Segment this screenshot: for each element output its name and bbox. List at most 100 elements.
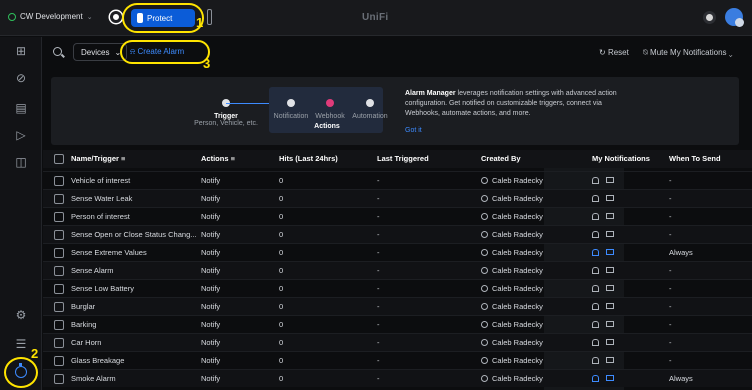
alarm-name[interactable]: Sense Extreme Values — [71, 244, 201, 262]
bell-icon[interactable] — [592, 321, 599, 328]
row-checkbox[interactable] — [54, 212, 64, 222]
table-row[interactable]: Sense Open or Close Status Chang... Notif… — [43, 225, 752, 243]
alarm-name[interactable]: Sense Open or Close Status Chang... — [71, 226, 201, 244]
table-row[interactable]: Sense Extreme Values Notify 0 - Caleb Radeck… — [43, 243, 752, 261]
alarm-name[interactable]: Glass Breakage — [71, 352, 201, 370]
header-actions[interactable]: Actions ≡ — [201, 150, 277, 168]
alarm-name[interactable]: Vehicle of interest — [71, 172, 201, 190]
mail-icon[interactable] — [606, 339, 614, 345]
gear-icon[interactable]: ⚙ — [14, 308, 28, 322]
table-row[interactable]: Barking Notify 0 - Caleb Radecky - — [43, 315, 752, 333]
row-checkbox[interactable] — [54, 176, 64, 186]
webhook-node: Webhook — [312, 99, 348, 120]
reset-button[interactable]: ↻ Reset — [599, 48, 629, 57]
row-checkbox[interactable] — [54, 356, 64, 366]
settings-gear-icon[interactable] — [110, 11, 122, 23]
mail-icon[interactable] — [606, 249, 614, 255]
table-row[interactable]: Burglar Notify 0 - Caleb Radecky - — [43, 297, 752, 315]
site-name: CW Development — [20, 12, 83, 21]
alarm-when-to-send: Always — [669, 248, 693, 257]
header-my-notifications: My Notifications — [592, 154, 650, 163]
devices-dropdown[interactable]: Devices ⌄ — [73, 43, 127, 61]
alarm-last-triggered: - — [377, 338, 380, 347]
alarm-name[interactable]: Person of interest — [71, 208, 201, 226]
row-checkbox[interactable] — [54, 194, 64, 204]
alarm-notifications — [592, 172, 666, 190]
mail-icon[interactable] — [606, 195, 614, 201]
mail-icon[interactable] — [606, 267, 614, 273]
alarm-name[interactable]: Car Horn — [71, 334, 201, 352]
mail-icon[interactable] — [606, 213, 614, 219]
bell-icon[interactable] — [592, 285, 599, 292]
alarm-name[interactable]: Barking — [71, 316, 201, 334]
row-checkbox[interactable] — [54, 230, 64, 240]
alarm-action: Notify — [201, 302, 221, 311]
bell-icon[interactable] — [592, 195, 599, 202]
table-row[interactable]: Vehicle of interest Notify 0 - Caleb Radecky… — [43, 171, 752, 189]
alarm-when-to-send: - — [669, 284, 672, 293]
mail-icon[interactable] — [606, 375, 614, 381]
table-row[interactable]: Glass Breakage Notify 0 - Caleb Radecky - — [43, 351, 752, 369]
table-row[interactable]: Sense Low Battery Notify 0 - Caleb Radecky - — [43, 279, 752, 297]
table-row[interactable]: Sense Water Leak Notify 0 - Caleb Radecky - — [43, 189, 752, 207]
bell-icon[interactable] — [592, 249, 599, 256]
alarm-name[interactable]: Sense Alarm — [71, 262, 201, 280]
table-row[interactable]: Car Horn Notify 0 - Caleb Radecky - — [43, 333, 752, 351]
mute-notifications-button[interactable]: ⍉ Mute My Notifications ⌄ — [643, 48, 733, 58]
header-name[interactable]: Name/Trigger ≡ — [71, 150, 201, 168]
table-row[interactable]: Person of interest Notify 0 - Caleb Radecky - — [43, 207, 752, 225]
bell-icon[interactable] — [592, 339, 599, 346]
mail-icon[interactable] — [606, 357, 614, 363]
alarm-name[interactable]: Sense Water Leak — [71, 190, 201, 208]
annotation-number-3: 3 — [203, 56, 211, 71]
alarm-manager-icon[interactable]: ◫ — [14, 155, 28, 169]
table-row[interactable]: Sense Alarm Notify 0 - Caleb Radecky - — [43, 261, 752, 279]
row-checkbox[interactable] — [54, 266, 64, 276]
mail-icon[interactable] — [606, 321, 614, 327]
bell-icon[interactable] — [592, 213, 599, 220]
bell-icon[interactable] — [592, 375, 599, 382]
map-icon[interactable]: ⊘ — [14, 71, 28, 85]
alarm-created-by: Caleb Radecky — [481, 226, 591, 244]
got-it-link[interactable]: Got it — [405, 127, 422, 134]
annotation-ring-protect — [122, 3, 204, 33]
bell-icon[interactable] — [592, 303, 599, 310]
alarm-action: Notify — [201, 374, 221, 383]
row-checkbox[interactable] — [54, 338, 64, 348]
bell-icon — [287, 99, 295, 107]
row-checkbox[interactable] — [54, 248, 64, 258]
play-icon[interactable]: ▷ — [14, 128, 28, 142]
user-icon — [481, 303, 488, 310]
bug-icon[interactable] — [15, 363, 27, 378]
avatar[interactable] — [725, 8, 744, 27]
row-checkbox[interactable] — [54, 302, 64, 312]
row-checkbox[interactable] — [54, 320, 64, 330]
table-row[interactable]: Smoke Alarm Notify 0 - Caleb Radecky Always — [43, 369, 752, 387]
dashboard-icon[interactable]: ⊞ — [14, 44, 28, 58]
status-icon[interactable] — [703, 11, 716, 24]
alarm-when-to-send: Always — [669, 374, 693, 383]
row-checkbox[interactable] — [54, 374, 64, 384]
bell-icon[interactable] — [592, 357, 599, 364]
user-icon — [481, 231, 488, 238]
bell-icon[interactable] — [592, 267, 599, 274]
list-icon[interactable]: ☰ — [14, 337, 28, 351]
search-icon[interactable] — [53, 47, 62, 56]
device-icon[interactable] — [207, 9, 212, 25]
mail-icon[interactable] — [606, 303, 614, 309]
devices-icon[interactable]: ▤ — [14, 101, 28, 115]
select-all-checkbox[interactable] — [54, 154, 64, 164]
alarm-name[interactable]: Sense Low Battery — [71, 280, 201, 298]
mail-icon[interactable] — [606, 231, 614, 237]
alarm-name[interactable]: Burglar — [71, 298, 201, 316]
bell-icon[interactable] — [592, 231, 599, 238]
alarm-notifications — [592, 226, 666, 244]
mail-icon[interactable] — [606, 285, 614, 291]
bell-icon[interactable] — [592, 177, 599, 184]
site-selector[interactable]: CW Development ⌄ — [8, 12, 93, 21]
alarm-name[interactable]: Smoke Alarm — [71, 370, 201, 388]
alarm-created-by: Caleb Radecky — [481, 334, 591, 352]
alarm-created-by: Caleb Radecky — [481, 208, 591, 226]
row-checkbox[interactable] — [54, 284, 64, 294]
mail-icon[interactable] — [606, 177, 614, 183]
